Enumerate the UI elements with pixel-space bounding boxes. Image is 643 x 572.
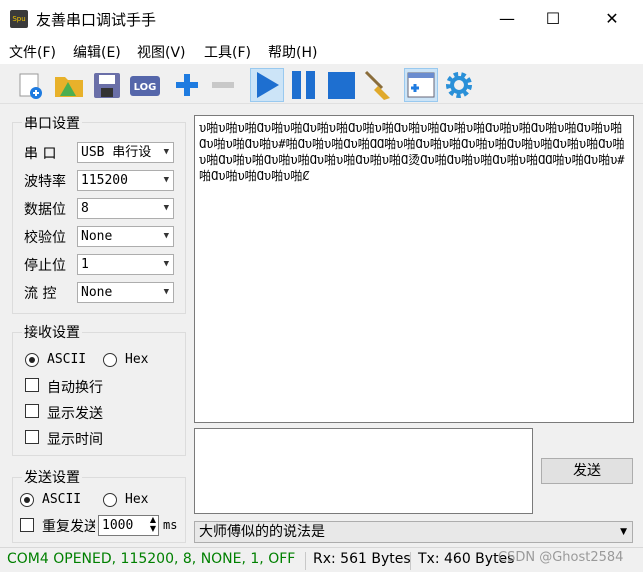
menu-tools[interactable]: 工具(F): [204, 42, 251, 62]
send-textarea[interactable]: [194, 428, 533, 514]
close-button[interactable]: ✕: [589, 0, 635, 38]
send-history-select[interactable]: 大师傅似的的说法是 ▼: [194, 521, 633, 543]
log-icon[interactable]: LOG: [128, 68, 162, 102]
auto-wrap-label: 自动换行: [47, 380, 103, 396]
menu-file[interactable]: 文件(F): [9, 42, 56, 62]
flow-label: 流 控: [24, 286, 57, 302]
recv-ascii-label: ASCII: [47, 352, 87, 367]
repeat-send-label: 重复发送: [42, 519, 95, 535]
show-send-label: 显示发送: [47, 406, 103, 422]
window-icon[interactable]: [404, 68, 438, 102]
save-icon[interactable]: [90, 68, 124, 102]
receive-textarea[interactable]: υ啪υ啪υ啪Ɑυ啪υ啪Ɑυ啪υ啪Ɑυ啪υ啪Ɑυ啪υ啪Ɑυ啪υ啪Ɑυ啪υ啪Ɑυ啪υ…: [194, 115, 634, 423]
play-icon[interactable]: [250, 68, 284, 102]
send-ascii-radio[interactable]: [20, 493, 34, 507]
window-title: 友善串口调试手手: [36, 11, 157, 29]
maximize-button[interactable]: ☐: [530, 0, 576, 38]
rx-count: Rx: 561 Bytes: [313, 551, 411, 567]
interval-unit: ms: [163, 518, 178, 532]
recv-ascii-radio[interactable]: [25, 353, 39, 367]
show-send-checkbox[interactable]: [25, 404, 39, 418]
open-folder-icon[interactable]: [52, 68, 86, 102]
recv-hex-label: Hex: [125, 352, 149, 367]
watermark: CSDN @Ghost2584: [498, 550, 624, 565]
auto-wrap-checkbox[interactable]: [25, 378, 39, 392]
minus-icon[interactable]: [206, 68, 240, 102]
port-select[interactable]: USB 串行设 ▼: [77, 142, 174, 163]
status-separator: [410, 552, 411, 570]
stop-icon[interactable]: [325, 68, 359, 102]
menu-help[interactable]: 帮助(H): [268, 42, 317, 62]
menu-bar: 文件(F) 编辑(E) 视图(V) 工具(F) 帮助(H): [0, 38, 643, 64]
title-bar: Spu 友善串口调试手手 — ☐ ✕: [0, 0, 643, 38]
receive-settings-title: 接收设置: [22, 322, 82, 342]
port-label: 串 口: [24, 146, 57, 162]
repeat-send-checkbox[interactable]: [20, 518, 34, 532]
plus-icon[interactable]: [170, 68, 204, 102]
new-file-icon[interactable]: [14, 68, 48, 102]
status-separator: [305, 552, 306, 570]
gear-icon[interactable]: [442, 68, 476, 102]
flow-select[interactable]: None ▼: [77, 282, 174, 303]
minimize-button[interactable]: —: [484, 0, 530, 38]
stopbits-label: 停止位: [24, 258, 66, 274]
recv-hex-radio[interactable]: [103, 353, 117, 367]
broom-icon[interactable]: [362, 68, 396, 102]
send-ascii-label: ASCII: [42, 492, 82, 507]
send-button[interactable]: 发送: [541, 458, 633, 484]
serial-settings-title: 串口设置: [22, 113, 82, 133]
interval-stepper[interactable]: 1000 ▲ ▼: [98, 515, 159, 536]
stepper-arrows-icon[interactable]: ▲ ▼: [150, 515, 156, 533]
chevron-down-icon: ▼: [620, 527, 627, 537]
toolbar: LOG: [0, 64, 643, 104]
pause-icon[interactable]: [288, 68, 322, 102]
databits-select[interactable]: 8 ▼: [77, 198, 174, 219]
baud-label: 波特率: [24, 174, 66, 190]
stopbits-select[interactable]: 1 ▼: [77, 254, 174, 275]
svg-text:LOG: LOG: [134, 82, 157, 93]
app-icon: Spu: [10, 10, 28, 28]
status-bar: COM4 OPENED, 115200, 8, NONE, 1, OFF Rx:…: [0, 547, 643, 572]
menu-view[interactable]: 视图(V): [137, 42, 186, 62]
send-hex-label: Hex: [125, 492, 149, 507]
send-settings-title: 发送设置: [22, 467, 82, 487]
send-hex-radio[interactable]: [103, 493, 117, 507]
parity-select[interactable]: None ▼: [77, 226, 174, 247]
port-status: COM4 OPENED, 115200, 8, NONE, 1, OFF: [7, 551, 296, 567]
show-time-checkbox[interactable]: [25, 430, 39, 444]
parity-label: 校验位: [24, 230, 66, 246]
interval-value: 1000: [102, 518, 134, 533]
menu-edit[interactable]: 编辑(E): [73, 42, 121, 62]
show-time-label: 显示时间: [47, 432, 103, 448]
baud-select[interactable]: 115200 ▼: [77, 170, 174, 191]
databits-label: 数据位: [24, 202, 66, 218]
